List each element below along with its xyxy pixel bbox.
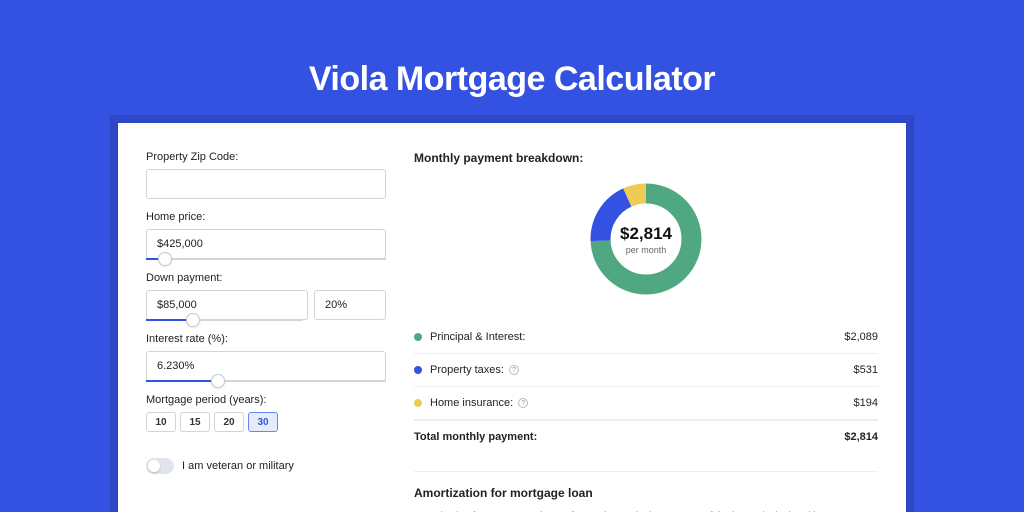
legend-value: $2,089	[844, 331, 878, 343]
period-button-10[interactable]: 10	[146, 412, 176, 432]
form-column: Property Zip Code: Home price: Down paym…	[146, 151, 386, 512]
down-payment-amount-input[interactable]	[146, 290, 308, 320]
slider-thumb-icon[interactable]	[211, 374, 225, 388]
slider-thumb-icon[interactable]	[158, 252, 172, 266]
mortgage-period-field-group: Mortgage period (years): 10152030	[146, 394, 386, 432]
down-payment-slider[interactable]	[146, 319, 303, 321]
period-button-20[interactable]: 20	[214, 412, 244, 432]
legend-value: $194	[854, 397, 878, 409]
legend-row: Home insurance:? $194	[414, 387, 878, 420]
down-payment-label: Down payment:	[146, 272, 386, 284]
legend-label: Home insurance:	[430, 397, 513, 409]
legend-dot-icon	[414, 366, 422, 374]
total-value: $2,814	[844, 431, 878, 443]
home-price-input[interactable]	[146, 229, 386, 259]
veteran-toggle-row: I am veteran or military	[146, 458, 386, 474]
breakdown-legend: Principal & Interest: $2,089 Property taxe…	[414, 321, 878, 453]
zip-input[interactable]	[146, 169, 386, 199]
period-button-15[interactable]: 15	[180, 412, 210, 432]
interest-rate-label: Interest rate (%):	[146, 333, 386, 345]
home-price-field-group: Home price:	[146, 211, 386, 260]
interest-rate-slider[interactable]	[146, 380, 386, 382]
veteran-toggle[interactable]	[146, 458, 174, 474]
home-price-label: Home price:	[146, 211, 386, 223]
down-payment-pct-input[interactable]	[314, 290, 386, 320]
legend-label: Property taxes:	[430, 364, 504, 376]
toggle-knob-icon	[148, 460, 160, 472]
breakdown-column: Monthly payment breakdown: $2,814 per mo…	[414, 151, 878, 512]
interest-rate-input[interactable]	[146, 351, 386, 381]
legend-value: $531	[854, 364, 878, 376]
amortization-title: Amortization for mortgage loan	[414, 486, 878, 500]
interest-rate-field-group: Interest rate (%):	[146, 333, 386, 382]
payment-donut-chart: $2,814 per month	[586, 179, 706, 299]
mortgage-period-buttons: 10152030	[146, 412, 386, 432]
period-button-30[interactable]: 30	[248, 412, 278, 432]
legend-row: Property taxes:? $531	[414, 354, 878, 387]
calculator-card: Property Zip Code: Home price: Down paym…	[118, 123, 906, 512]
slider-thumb-icon[interactable]	[186, 313, 200, 327]
veteran-label: I am veteran or military	[182, 460, 294, 472]
legend-row: Principal & Interest: $2,089	[414, 321, 878, 354]
mortgage-period-label: Mortgage period (years):	[146, 394, 386, 406]
donut-sub-label: per month	[626, 245, 667, 255]
legend-total-row: Total monthly payment: $2,814	[414, 420, 878, 453]
down-payment-field-group: Down payment:	[146, 272, 386, 321]
legend-dot-icon	[414, 333, 422, 341]
breakdown-title: Monthly payment breakdown:	[414, 151, 878, 165]
home-price-slider[interactable]	[146, 258, 386, 260]
total-label: Total monthly payment:	[414, 431, 537, 443]
info-icon[interactable]: ?	[518, 398, 528, 408]
info-icon[interactable]: ?	[509, 365, 519, 375]
amortization-section: Amortization for mortgage loan Amortizat…	[414, 471, 878, 512]
donut-amount: $2,814	[620, 224, 672, 244]
legend-label: Principal & Interest:	[430, 331, 525, 343]
zip-field-group: Property Zip Code:	[146, 151, 386, 199]
zip-label: Property Zip Code:	[146, 151, 386, 163]
page-title: Viola Mortgage Calculator	[0, 0, 1024, 123]
legend-dot-icon	[414, 399, 422, 407]
